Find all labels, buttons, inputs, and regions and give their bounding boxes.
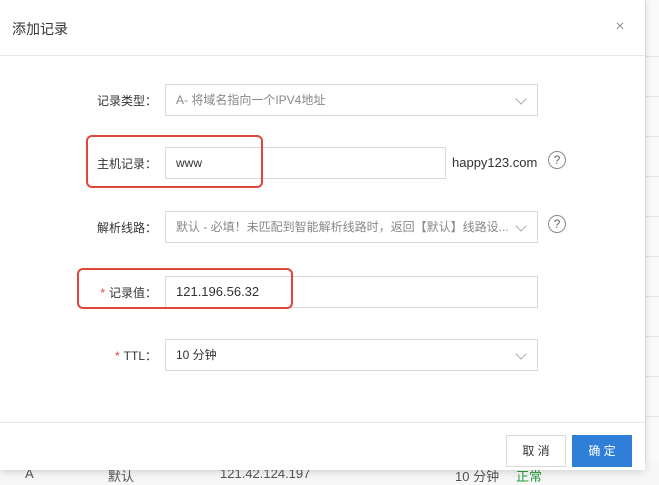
required-mark: * bbox=[114, 349, 120, 363]
ttl-select[interactable]: 10 分钟 bbox=[165, 339, 538, 371]
line-label: 解析线路： bbox=[96, 221, 157, 235]
host-record-highlight bbox=[86, 135, 263, 188]
line-select[interactable]: 默认 - 必填！未匹配到智能解析线路时，返回【默认】线路设... bbox=[165, 211, 538, 243]
help-icon[interactable]: ? bbox=[548, 215, 566, 233]
chevron-down-icon bbox=[515, 93, 527, 105]
line-value: 默认 - 必填！未匹配到智能解析线路时，返回【默认】线路设... bbox=[176, 220, 509, 234]
confirm-button[interactable]: 确 定 bbox=[572, 435, 632, 467]
ttl-value: 10 分钟 bbox=[176, 348, 217, 362]
add-record-dialog: 添加记录 × 记录类型： A- 将域名指向一个IPV4地址 主机记录： www … bbox=[0, 0, 645, 470]
record-type-select[interactable]: A- 将域名指向一个IPV4地址 bbox=[165, 84, 538, 116]
dialog-header: 添加记录 × bbox=[0, 0, 645, 56]
chevron-down-icon bbox=[515, 348, 527, 360]
ttl-row: * TTL： 10 分钟 bbox=[0, 339, 645, 371]
domain-suffix: happy123.com bbox=[452, 155, 538, 170]
background-page-edge bbox=[645, 0, 659, 485]
help-icon[interactable]: ? bbox=[548, 151, 566, 169]
record-value-highlight bbox=[77, 268, 293, 309]
dialog-title: 添加记录 bbox=[12, 21, 68, 37]
cancel-button[interactable]: 取 消 bbox=[506, 435, 566, 467]
record-type-value: A- 将域名指向一个IPV4地址 bbox=[176, 93, 326, 107]
line-row: 解析线路： 默认 - 必填！未匹配到智能解析线路时，返回【默认】线路设... ? bbox=[0, 211, 645, 243]
ttl-label-text: TTL： bbox=[123, 349, 157, 363]
dialog-footer: 取 消 确 定 bbox=[0, 422, 645, 470]
chevron-down-icon bbox=[515, 220, 527, 232]
record-type-row: 记录类型： A- 将域名指向一个IPV4地址 bbox=[0, 84, 645, 116]
close-icon[interactable]: × bbox=[609, 16, 631, 38]
record-type-label: 记录类型： bbox=[96, 94, 157, 108]
ttl-label: * TTL： bbox=[115, 347, 157, 364]
